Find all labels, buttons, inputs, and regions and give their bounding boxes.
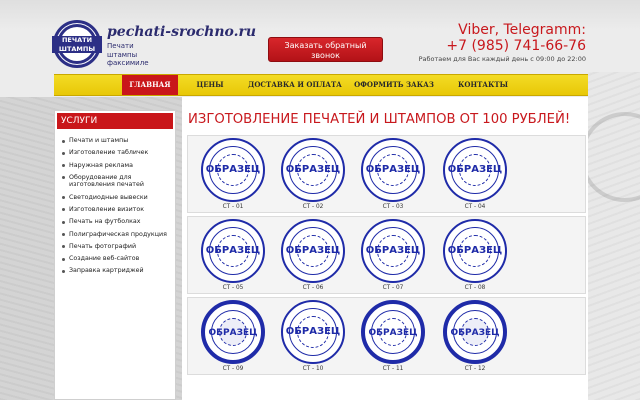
stamp-seal-icon: ОБРАЗЕЦ [443, 300, 507, 364]
stamps-row: ОБРАЗЕЦ СТ - 05 ОБРАЗЕЦ СТ - 06 ОБРАЗЕЦ … [187, 216, 586, 294]
stamp-sample-text: ОБРАЗЕЦ [205, 164, 261, 175]
stamp-seal-icon: ОБРАЗЕЦ [361, 300, 425, 364]
sidebar-item-cartridges[interactable]: Заправка картриджей [61, 267, 175, 275]
header: ПЕЧАТИ ШТАМПЫ pechati-srochno.ru Печати … [0, 0, 640, 72]
nav-item-prices[interactable]: ЦЕНЫ [178, 75, 242, 95]
stamp-card[interactable]: ОБРАЗЕЦ СТ - 09 [192, 298, 274, 376]
logo-subtitle: Печати штампы факсимиле [107, 42, 149, 68]
stamp-card[interactable]: ОБРАЗЕЦ СТ - 12 [434, 298, 516, 376]
stamp-card[interactable]: ОБРАЗЕЦ СТ - 06 [272, 217, 354, 295]
stamp-card[interactable]: ОБРАЗЕЦ СТ - 02 [272, 136, 354, 214]
stamp-label: СТ - 03 [382, 204, 404, 210]
stamp-label: СТ - 04 [464, 204, 486, 210]
stamp-sample-text: ОБРАЗЕЦ [447, 245, 503, 256]
sidebar-item-photos[interactable]: Печать фотографий [61, 243, 175, 251]
page-title: ИЗГОТОВЛЕНИЕ ПЕЧАТЕЙ И ШТАМПОВ ОТ 100 РУ… [188, 112, 571, 127]
logo-seal-line1: ПЕЧАТИ [61, 36, 93, 44]
stamp-sample-text: ОБРАЗЕЦ [205, 245, 261, 256]
nav-item-order[interactable]: ОФОРМИТЬ ЗАКАЗ [352, 75, 436, 95]
sidebar-item-stamps[interactable]: Печати и штампы [61, 137, 175, 145]
stamp-seal-icon: ОБРАЗЕЦ [281, 300, 345, 364]
stamp-seal-icon: ОБРАЗЕЦ [443, 138, 507, 202]
stamp-sample-text: ОБРАЗЕЦ [365, 164, 421, 175]
sidebar-item-cards[interactable]: Изготовление визиток [61, 206, 175, 214]
stamp-sample-text: ОБРАЗЕЦ [285, 326, 341, 337]
nav-item-home[interactable]: ГЛАВНАЯ [122, 75, 178, 95]
stamp-sample-text: ОБРАЗЕЦ [208, 328, 258, 338]
stamp-card[interactable]: ОБРАЗЕЦ СТ - 04 [434, 136, 516, 214]
stamp-sample-text: ОБРАЗЕЦ [285, 245, 341, 256]
stamp-sample-text: ОБРАЗЕЦ [365, 245, 421, 256]
nav-item-contacts[interactable]: КОНТАКТЫ [446, 75, 520, 95]
stamp-label: СТ - 10 [302, 366, 324, 372]
logo-sub-line: Печати [107, 42, 134, 50]
stamp-card[interactable]: ОБРАЗЕЦ СТ - 01 [192, 136, 274, 214]
stamp-label: СТ - 08 [464, 285, 486, 291]
callback-button[interactable]: Заказать обратный звонок [268, 37, 383, 62]
stamps-grid: ОБРАЗЕЦ СТ - 01 ОБРАЗЕЦ СТ - 02 ОБРАЗЕЦ … [187, 135, 586, 400]
stamp-label: СТ - 12 [464, 366, 486, 372]
logo-sub-line: штампы [107, 50, 138, 59]
stamp-sample-text: ОБРАЗЕЦ [447, 164, 503, 175]
stamp-seal-icon: ОБРАЗЕЦ [201, 138, 265, 202]
sidebar-item-websites[interactable]: Создание веб-сайтов [61, 255, 175, 263]
stamp-seal-icon: ОБРАЗЕЦ [361, 219, 425, 283]
stamp-seal-icon: ОБРАЗЕЦ [201, 300, 265, 364]
stamp-seal-icon: ОБРАЗЕЦ [281, 219, 345, 283]
working-hours: Работаем для Вас каждый день с 09:00 до … [418, 55, 586, 63]
logo-sub-line: факсимиле [107, 59, 149, 67]
sidebar-item-led[interactable]: Светодиодные вывески [61, 194, 175, 202]
stamp-card[interactable]: ОБРАЗЕЦ СТ - 07 [352, 217, 434, 295]
sidebar-item-equipment[interactable]: Оборудование для изготовления печатей [61, 174, 175, 189]
services-list: Печати и штампы Изготовление табличек На… [55, 131, 175, 275]
stamp-card[interactable]: ОБРАЗЕЦ СТ - 11 [352, 298, 434, 376]
sidebar-item-tshirts[interactable]: Печать на футболках [61, 218, 175, 226]
main-content: ИЗГОТОВЛЕНИЕ ПЕЧАТЕЙ И ШТАМПОВ ОТ 100 РУ… [182, 97, 588, 400]
stamp-label: СТ - 05 [222, 285, 244, 291]
logo-seal-band: ПЕЧАТИ ШТАМПЫ [52, 36, 102, 53]
sidebar-item-printing[interactable]: Полиграфическая продукция [61, 231, 175, 239]
sidebar-item-plates[interactable]: Изготовление табличек [61, 149, 175, 157]
stamp-seal-icon: ОБРАЗЕЦ [361, 138, 425, 202]
right-background [580, 72, 640, 400]
nav-item-delivery[interactable]: ДОСТАВКА И ОПЛАТА [244, 75, 346, 95]
sidebar-title: УСЛУГИ [57, 113, 173, 129]
phone-number[interactable]: +7 (985) 741-66-76 [419, 38, 586, 54]
stamp-sample-text: ОБРАЗЕЦ [450, 328, 500, 338]
stamp-label: СТ - 02 [302, 204, 324, 210]
stamp-seal-icon: ОБРАЗЕЦ [281, 138, 345, 202]
stamp-label: СТ - 06 [302, 285, 324, 291]
stamp-card[interactable]: ОБРАЗЕЦ СТ - 05 [192, 217, 274, 295]
contacts: Viber, Telegramm: +7 (985) 741-66-76 Раб… [419, 22, 586, 63]
messengers-label: Viber, Telegramm: [458, 22, 586, 38]
stamps-row: ОБРАЗЕЦ СТ - 01 ОБРАЗЕЦ СТ - 02 ОБРАЗЕЦ … [187, 135, 586, 213]
stamp-label: СТ - 09 [222, 366, 244, 372]
stamp-card[interactable]: ОБРАЗЕЦ СТ - 10 [272, 298, 354, 376]
logo-seal-line2: ШТАМПЫ [58, 44, 96, 53]
stamp-label: СТ - 11 [382, 366, 404, 372]
decorative-seal-icon [580, 112, 640, 202]
logo-site-name: pechati-srochno.ru [107, 24, 257, 40]
stamp-sample-text: ОБРАЗЕЦ [285, 164, 341, 175]
stamp-card[interactable]: ОБРАЗЕЦ СТ - 08 [434, 217, 516, 295]
stamps-row: ОБРАЗЕЦ СТ - 09 ОБРАЗЕЦ СТ - 10 ОБРАЗЕЦ … [187, 297, 586, 375]
stamp-card[interactable]: ОБРАЗЕЦ СТ - 03 [352, 136, 434, 214]
stamp-seal-icon: ОБРАЗЕЦ [443, 219, 507, 283]
sidebar-item-outdoor[interactable]: Наружная реклама [61, 162, 175, 170]
stamp-seal-icon: ОБРАЗЕЦ [201, 219, 265, 283]
main-nav: ГЛАВНАЯ ЦЕНЫ ДОСТАВКА И ОПЛАТА ОФОРМИТЬ … [54, 74, 588, 96]
services-sidebar: УСЛУГИ Печати и штампы Изготовление табл… [54, 110, 176, 400]
stamp-label: СТ - 01 [222, 204, 244, 210]
logo-seal-icon: ПЕЧАТИ ШТАМПЫ [52, 20, 102, 68]
stamp-sample-text: ОБРАЗЕЦ [368, 328, 418, 338]
stamp-label: СТ - 07 [382, 285, 404, 291]
